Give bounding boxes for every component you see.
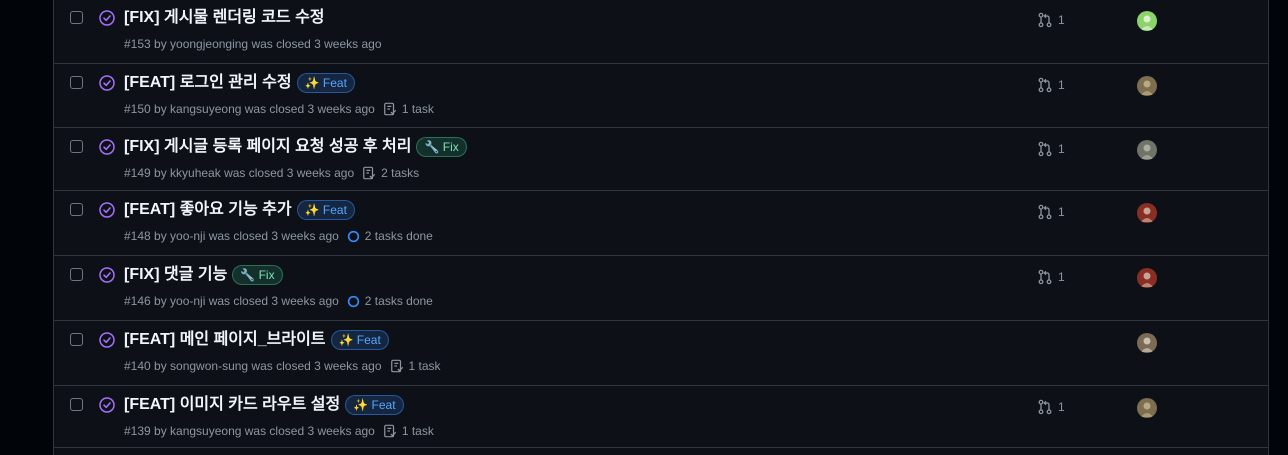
pull-request-count: 1 — [1058, 78, 1065, 92]
task-progress[interactable]: 2 tasks done — [347, 229, 433, 243]
issue-meta: #150 by kangsuyeong was closed 3 weeks a… — [124, 102, 434, 116]
issue-title-line: [FIX] 게시글 등록 페이지 요청 성공 후 처리 🔧 Fix — [124, 136, 467, 158]
issue-row[interactable]: [FIX] 게시글 등록 페이지 요청 성공 후 처리 🔧 Fix #149 by … — [54, 128, 1268, 191]
issue-row[interactable]: [FEAT] 좋아요 기능 추가 ✨ Feat #148 by yoo-nji wa… — [54, 191, 1268, 256]
task-progress[interactable]: 1 task — [390, 359, 441, 373]
git-pull-request-icon — [1037, 269, 1058, 285]
git-pull-request-icon — [1037, 204, 1058, 220]
linked-pull-requests[interactable]: 1 — [1037, 77, 1065, 93]
pull-request-count: 1 — [1058, 205, 1065, 219]
git-pull-request-icon — [1037, 399, 1058, 415]
issue-closed-icon — [99, 202, 115, 218]
task-progress[interactable]: 1 task — [383, 424, 434, 438]
pull-request-count: 1 — [1058, 142, 1065, 156]
tasklist-icon — [362, 166, 381, 180]
issue-closed-icon — [99, 139, 115, 155]
issue-title-line: [FEAT] 이미지 카드 라우트 설정 ✨ Feat — [124, 394, 404, 416]
issue-meta: #139 by kangsuyeong was closed 3 weeks a… — [124, 424, 434, 438]
assignee-avatar[interactable] — [1137, 11, 1157, 31]
select-checkbox[interactable] — [70, 203, 83, 216]
assignee-avatar[interactable] — [1137, 203, 1157, 223]
progress-circle-icon — [347, 230, 365, 243]
issue-label[interactable]: ✨ Feat — [296, 73, 355, 93]
issue-meta-text: #148 by yoo-nji was closed 3 weeks ago — [124, 229, 339, 243]
git-pull-request-icon — [1037, 12, 1058, 28]
git-pull-request-icon — [1037, 77, 1058, 93]
issue-meta: #148 by yoo-nji was closed 3 weeks ago 2 … — [124, 229, 433, 243]
issue-label[interactable]: ✨ Feat — [296, 200, 355, 220]
git-pull-request-icon — [1037, 141, 1058, 157]
assignee-avatar[interactable] — [1137, 76, 1157, 96]
issue-title-link[interactable]: [FEAT] 메인 페이지_브라이트 — [124, 329, 326, 351]
issue-meta-text: #146 by yoo-nji was closed 3 weeks ago — [124, 294, 339, 308]
issue-title-link[interactable]: [FIX] 게시물 렌더링 코드 수정 — [124, 7, 325, 29]
issue-label[interactable]: 🔧 Fix — [416, 137, 467, 157]
select-checkbox[interactable] — [70, 333, 83, 346]
issue-meta: #140 by songwon-sung was closed 3 weeks … — [124, 359, 441, 373]
issue-row[interactable]: [FEAT] 이미지 카드 라우트 설정 ✨ Feat #139 by kangsu… — [54, 386, 1268, 448]
issue-meta-text: #153 by yoongjeonging was closed 3 weeks… — [124, 37, 382, 51]
select-checkbox[interactable] — [70, 76, 83, 89]
task-progress-text: 2 tasks — [381, 166, 420, 180]
tasklist-icon — [383, 424, 402, 438]
issue-row[interactable]: [FIX] 게시물 렌더링 코드 수정 #153 by yoongjeonging… — [54, 0, 1268, 64]
issue-title-link[interactable]: [FIX] 게시글 등록 페이지 요청 성공 후 처리 — [124, 136, 411, 158]
pull-request-count: 1 — [1058, 400, 1065, 414]
task-progress[interactable]: 2 tasks — [362, 166, 419, 180]
issue-row[interactable]: [FEAT] 메인 페이지_브라이트 ✨ Feat #140 by songwon-… — [54, 321, 1268, 386]
issue-closed-icon — [99, 75, 115, 91]
assignee-avatar[interactable] — [1137, 398, 1157, 418]
issue-title-line: [FIX] 댓글 기능 🔧 Fix — [124, 264, 283, 286]
issue-closed-icon — [99, 267, 115, 283]
issue-label[interactable]: ✨ Feat — [345, 395, 404, 415]
issue-title-link[interactable]: [FEAT] 로그인 관리 수정 — [124, 72, 292, 94]
task-progress[interactable]: 2 tasks done — [347, 294, 433, 308]
tasklist-icon — [383, 102, 402, 116]
issue-title-line: [FEAT] 로그인 관리 수정 ✨ Feat — [124, 72, 355, 94]
issue-closed-icon — [99, 397, 115, 413]
issue-meta-text: #140 by songwon-sung was closed 3 weeks … — [124, 359, 382, 373]
select-checkbox[interactable] — [70, 398, 83, 411]
task-progress-text: 2 tasks done — [364, 229, 433, 243]
issue-closed-icon — [99, 10, 115, 26]
issue-closed-icon — [99, 332, 115, 348]
task-progress-text: 1 task — [401, 102, 434, 116]
task-progress-text: 2 tasks done — [364, 294, 433, 308]
issue-title-link[interactable]: [FEAT] 이미지 카드 라우트 설정 — [124, 394, 340, 416]
select-checkbox[interactable] — [70, 11, 83, 24]
issue-meta-text: #149 by kkyuheak was closed 3 weeks ago — [124, 166, 355, 180]
progress-circle-icon — [347, 295, 365, 308]
issue-title-line: [FEAT] 좋아요 기능 추가 ✨ Feat — [124, 199, 355, 221]
pull-request-count: 1 — [1058, 270, 1065, 284]
issue-meta: #146 by yoo-nji was closed 3 weeks ago 2 … — [124, 294, 433, 308]
issue-row[interactable]: [FEAT] 로그인 관리 수정 ✨ Feat #150 by kangsuyeon… — [54, 64, 1268, 128]
assignee-avatar[interactable] — [1137, 333, 1157, 353]
linked-pull-requests[interactable]: 1 — [1037, 141, 1065, 157]
linked-pull-requests[interactable]: 1 — [1037, 12, 1065, 28]
linked-pull-requests[interactable]: 1 — [1037, 399, 1065, 415]
issue-meta-text: #150 by kangsuyeong was closed 3 weeks a… — [124, 102, 375, 116]
linked-pull-requests[interactable]: 1 — [1037, 204, 1065, 220]
tasklist-icon — [390, 359, 409, 373]
issue-title-link[interactable]: [FEAT] 좋아요 기능 추가 — [124, 199, 292, 221]
issue-title-link[interactable]: [FIX] 댓글 기능 — [124, 264, 227, 286]
assignee-avatar[interactable] — [1137, 140, 1157, 160]
assignee-avatar[interactable] — [1137, 268, 1157, 288]
issue-meta-text: #139 by kangsuyeong was closed 3 weeks a… — [124, 424, 375, 438]
task-progress[interactable]: 1 task — [383, 102, 434, 116]
task-progress-text: 1 task — [408, 359, 441, 373]
issue-meta: #153 by yoongjeonging was closed 3 weeks… — [124, 37, 382, 51]
task-progress-text: 1 task — [401, 424, 434, 438]
issue-list: [FIX] 게시물 렌더링 코드 수정 #153 by yoongjeonging… — [53, 0, 1269, 455]
linked-pull-requests[interactable]: 1 — [1037, 269, 1065, 285]
issue-title-line: [FIX] 게시물 렌더링 코드 수정 — [124, 7, 325, 29]
issue-title-line: [FEAT] 메인 페이지_브라이트 ✨ Feat — [124, 329, 389, 351]
issue-label[interactable]: 🔧 Fix — [232, 265, 283, 285]
issue-row[interactable]: [FIX] 댓글 기능 🔧 Fix #146 by yoo-nji was clos… — [54, 256, 1268, 321]
pull-request-count: 1 — [1058, 13, 1065, 27]
select-checkbox[interactable] — [70, 140, 83, 153]
issue-meta: #149 by kkyuheak was closed 3 weeks ago 2… — [124, 166, 419, 180]
issue-label[interactable]: ✨ Feat — [330, 330, 389, 350]
select-checkbox[interactable] — [70, 268, 83, 281]
